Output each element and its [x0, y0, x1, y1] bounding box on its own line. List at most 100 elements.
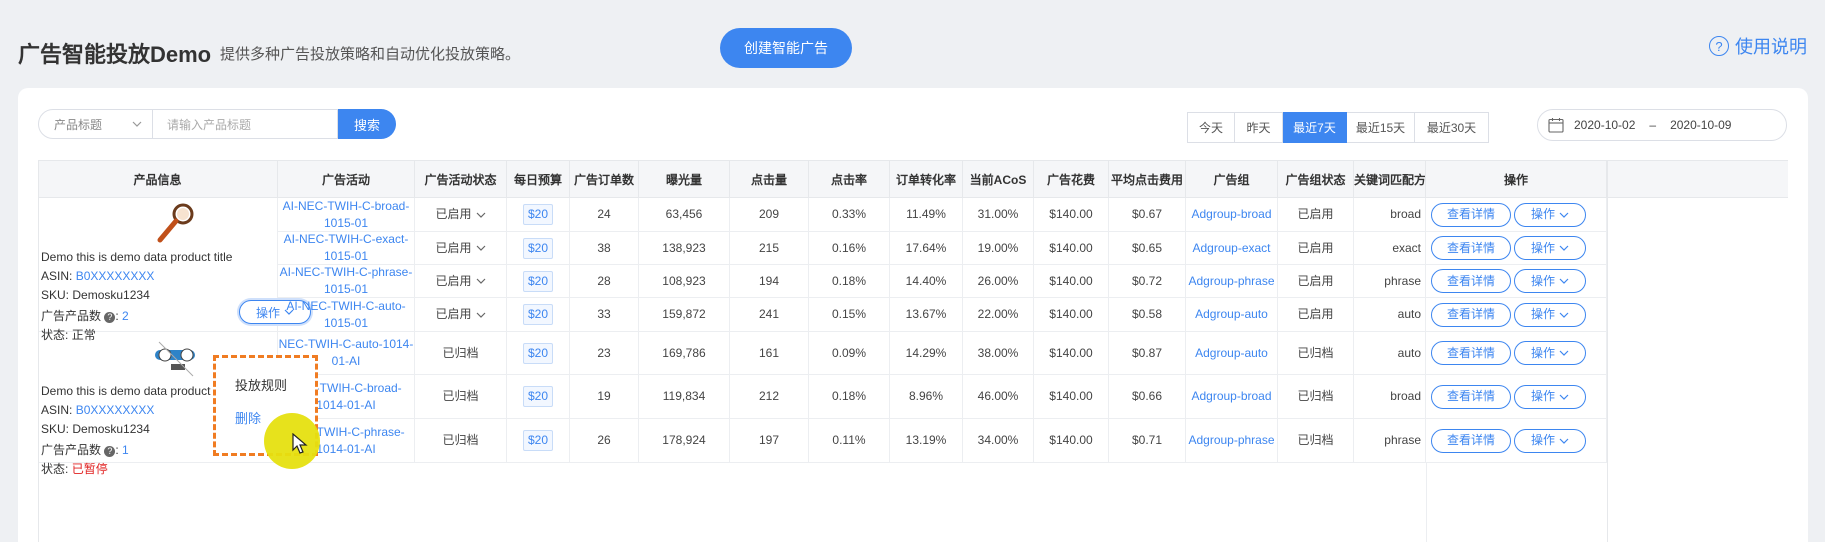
view-detail-button[interactable]: 查看详情: [1431, 302, 1511, 327]
cell-budget: $20: [507, 419, 570, 463]
row-actions-cell: 查看详情 操作: [1426, 298, 1607, 332]
group-link[interactable]: Adgroup-broad: [1191, 206, 1271, 223]
menu-item-delivery-rules[interactable]: 投放规则: [235, 375, 287, 394]
cell-status[interactable]: 已启用: [415, 265, 507, 298]
group-link[interactable]: Adgroup-broad: [1191, 388, 1271, 405]
cell-group[interactable]: Adgroup-broad: [1186, 198, 1278, 232]
help-link[interactable]: ? 使用说明: [1709, 33, 1807, 59]
cell-orders: 26: [570, 419, 639, 463]
view-detail-button[interactable]: 查看详情: [1431, 341, 1511, 365]
row-operation-button[interactable]: 操作: [1514, 384, 1586, 409]
cell-status[interactable]: 已启用: [415, 232, 507, 265]
menu-item-delete[interactable]: 删除: [235, 408, 261, 427]
cell-group_status: 已启用: [1278, 265, 1354, 298]
campaign-link[interactable]: AI-NEC-TWIH-C-auto-1015-01: [278, 298, 414, 331]
asin-link[interactable]: B0XXXXXXXX: [76, 403, 155, 417]
budget-badge[interactable]: $20: [522, 270, 554, 292]
asin-link[interactable]: B0XXXXXXXX: [76, 269, 155, 283]
cell-group[interactable]: Adgroup-auto: [1186, 298, 1278, 332]
product-info-line: 广告产品数 ?: 2: [41, 309, 129, 323]
group-link[interactable]: Adgroup-phrase: [1188, 432, 1274, 449]
budget-badge[interactable]: $20: [522, 237, 554, 259]
ad-product-count-label: 广告产品数: [41, 443, 102, 457]
range-tab-4[interactable]: 最近30天: [1415, 112, 1489, 143]
budget-badge[interactable]: $20: [522, 430, 554, 451]
cell-cpc: $0.72: [1109, 265, 1186, 298]
cell-budget: $20: [507, 232, 570, 265]
group_status-value: 已启用: [1297, 240, 1334, 255]
group-link[interactable]: Adgroup-auto: [1195, 345, 1268, 362]
campaign-link[interactable]: AI-NEC-TWIH-C-exact-1015-01: [278, 232, 414, 264]
cell-budget: $20: [507, 298, 570, 332]
view-detail-button[interactable]: 查看详情: [1431, 269, 1511, 293]
orders-value: 28: [597, 273, 611, 288]
row-operation-button[interactable]: 操作: [1514, 428, 1586, 453]
cell-budget: $20: [507, 198, 570, 232]
group-link[interactable]: Adgroup-auto: [1195, 306, 1268, 323]
budget-badge[interactable]: $20: [522, 342, 554, 364]
cell-orders: 23: [570, 332, 639, 375]
row-operation-button[interactable]: 操作: [1514, 202, 1586, 227]
budget-badge[interactable]: $20: [522, 386, 554, 407]
cell-campaign[interactable]: AI-NEC-TWIH-C-auto-1015-01: [278, 298, 415, 332]
cell-group[interactable]: Adgroup-phrase: [1186, 419, 1278, 463]
spend-value: $140.00: [1049, 433, 1093, 447]
cell-group[interactable]: Adgroup-auto: [1186, 332, 1278, 375]
cell-orders: 24: [570, 198, 639, 232]
group-link[interactable]: Adgroup-phrase: [1188, 273, 1274, 290]
product-info-line: 广告产品数 ?: 1: [41, 443, 129, 457]
create-smart-ad-button[interactable]: 创建智能广告: [720, 28, 852, 68]
row-operation-button[interactable]: 操作: [1514, 341, 1586, 365]
cell-status[interactable]: 已归档: [415, 419, 507, 463]
search-field-select[interactable]: 产品标题: [38, 109, 153, 139]
view-detail-button[interactable]: 查看详情: [1431, 236, 1511, 260]
budget-badge[interactable]: $20: [522, 304, 554, 325]
cell-impressions: 159,872: [639, 298, 730, 332]
cell-status[interactable]: 已启用: [415, 198, 507, 232]
view-detail-button[interactable]: 查看详情: [1431, 428, 1511, 453]
group-link[interactable]: Adgroup-exact: [1192, 240, 1270, 257]
row-operation-button[interactable]: 操作: [1514, 302, 1586, 327]
product-info-line: Demo this is demo data product: [41, 384, 210, 398]
view-detail-button[interactable]: 查看详情: [1431, 202, 1511, 227]
ad-product-count[interactable]: 2: [122, 309, 129, 323]
cpc-value: $0.87: [1131, 345, 1163, 360]
range-tab-2[interactable]: 最近7天: [1283, 112, 1347, 143]
search-input[interactable]: 请输入产品标题: [153, 109, 338, 139]
sku-value: Demosku1234: [72, 422, 150, 436]
match-value: phrase: [1384, 273, 1421, 288]
product-info-line: SKU: Demosku1234: [41, 288, 150, 302]
cell-status[interactable]: 已归档: [415, 375, 507, 419]
cell-group[interactable]: Adgroup-phrase: [1186, 265, 1278, 298]
date-end: 2020-10-09: [1670, 118, 1732, 132]
cell-status[interactable]: 已启用: [415, 298, 507, 332]
cvr-value: 8.96%: [908, 389, 944, 403]
cell-group[interactable]: Adgroup-broad: [1186, 375, 1278, 419]
cell-campaign[interactable]: AI-NEC-TWIH-C-broad-1015-01: [278, 198, 415, 232]
campaign-link[interactable]: AI-NEC-TWIH-C-phrase-1015-01: [278, 265, 414, 297]
question-circle-icon: ?: [1709, 36, 1729, 56]
range-tab-0[interactable]: 今天: [1187, 112, 1235, 143]
cell-campaign[interactable]: AI-NEC-TWIH-C-phrase-1015-01: [278, 265, 415, 298]
column-header-15: 操作: [1426, 161, 1607, 198]
column-header-10: 广告花费: [1034, 161, 1109, 198]
cell-group[interactable]: Adgroup-exact: [1186, 232, 1278, 265]
range-tab-3[interactable]: 最近15天: [1347, 112, 1415, 143]
row-operation-button[interactable]: 操作: [1514, 269, 1586, 293]
range-tab-1[interactable]: 昨天: [1235, 112, 1283, 143]
cell-cpc: $0.66: [1109, 375, 1186, 419]
budget-badge[interactable]: $20: [522, 204, 554, 225]
cell-campaign[interactable]: AI-NEC-TWIH-C-exact-1015-01: [278, 232, 415, 265]
date-range-tabs: 今天 昨天 最近7天 最近15天 最近30天: [1187, 112, 1489, 143]
campaign-link[interactable]: AI-NEC-TWIH-C-broad-1015-01: [278, 198, 414, 231]
date-range-picker[interactable]: 2020-10-02 – 2020-10-09: [1537, 109, 1787, 141]
view-detail-button[interactable]: 查看详情: [1431, 384, 1511, 409]
ctr-value: 0.18%: [831, 273, 867, 288]
row-operation-button[interactable]: 操作: [1514, 236, 1586, 260]
status-label: 状态:: [41, 462, 69, 476]
cell-status[interactable]: 已归档: [415, 332, 507, 375]
search-button[interactable]: 搜索: [338, 109, 396, 139]
cell-acos: 34.00%: [963, 419, 1034, 463]
cell-impressions: 138,923: [639, 232, 730, 265]
ad-product-count[interactable]: 1: [122, 443, 129, 457]
